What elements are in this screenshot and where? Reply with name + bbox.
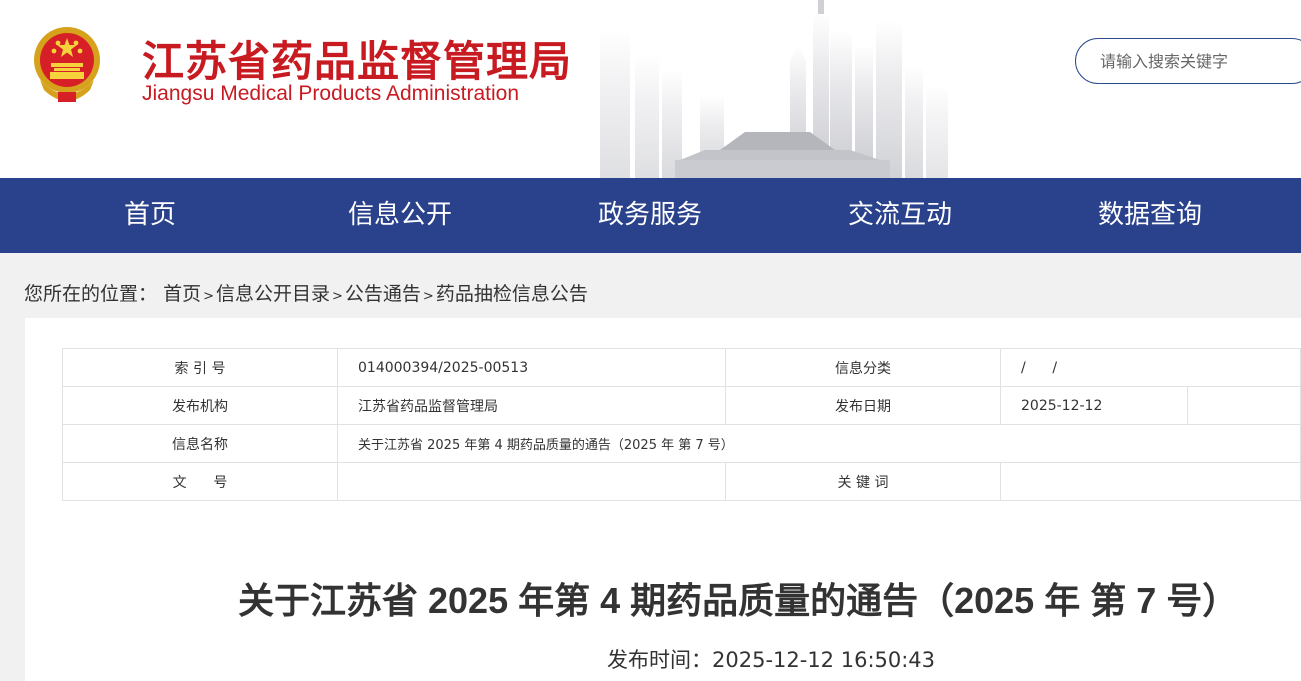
breadcrumb-announcements[interactable]: 公告通告 — [345, 283, 421, 305]
nav-item-gov-service[interactable]: 政务服务 — [525, 178, 775, 253]
date-value: 2025-12-12 — [1000, 386, 1188, 425]
breadcrumb: 您所在的位置： 首页 > 信息公开目录 > 公告通告 > 药品抽检信息公告 — [24, 279, 588, 306]
article-title: 关于江苏省 2025 年第 4 期药品质量的通告（2025 年 第 7 号） — [238, 580, 1239, 621]
nav-item-data-query[interactable]: 数据查询 — [1025, 178, 1275, 253]
category-value: / / — [1000, 348, 1301, 387]
breadcrumb-home[interactable]: 首页 — [163, 283, 201, 305]
site-title-cn[interactable]: 江苏省药品监督管理局 — [142, 28, 572, 89]
breadcrumb-info-catalog[interactable]: 信息公开目录 — [216, 283, 330, 305]
info-metadata-table: 索 引 号 014000394/2025-00513 信息分类 / / 发布机构… — [62, 348, 1301, 501]
breadcrumb-drug-sampling[interactable]: 药品抽检信息公告 — [436, 283, 588, 305]
nav-item-interaction[interactable]: 交流互动 — [775, 178, 1025, 253]
national-emblem-icon[interactable] — [30, 22, 104, 106]
docno-value — [337, 462, 726, 501]
index-value: 014000394/2025-00513 — [337, 348, 726, 387]
breadcrumb-prefix: 您所在的位置： — [24, 283, 158, 305]
breadcrumb-separator: > — [332, 289, 343, 304]
table-row: 文 号 关 键 词 — [62, 462, 1301, 501]
category-label: 信息分类 — [725, 348, 1001, 387]
search-input[interactable] — [1075, 38, 1301, 84]
site-title-en[interactable]: Jiangsu Medical Products Administration — [142, 82, 519, 106]
site-header: 江苏省药品监督管理局 Jiangsu Medical Products Admi… — [0, 0, 1301, 178]
publish-time-label: 发布时间： — [607, 648, 712, 672]
publisher-label: 发布机构 — [62, 386, 338, 425]
nav-item-info-open[interactable]: 信息公开 — [275, 178, 525, 253]
table-row: 索 引 号 014000394/2025-00513 信息分类 / / — [62, 348, 1301, 387]
empty-cell — [1187, 386, 1301, 425]
publisher-value: 江苏省药品监督管理局 — [337, 386, 726, 425]
table-row: 信息名称 关于江苏省 2025 年第 4 期药品质量的通告（2025 年 第 7… — [62, 424, 1301, 463]
main-nav: 首页 信息公开 政务服务 交流互动 数据查询 — [0, 178, 1301, 253]
index-label: 索 引 号 — [62, 348, 338, 387]
name-value: 关于江苏省 2025 年第 4 期药品质量的通告（2025 年 第 7 号） — [337, 424, 1301, 463]
city-skyline-illustration — [600, 0, 948, 178]
table-row: 发布机构 江苏省药品监督管理局 发布日期 2025-12-12 — [62, 386, 1301, 425]
docno-label: 文 号 — [62, 462, 338, 501]
keywords-value — [1000, 462, 1301, 501]
publish-time-value: 2025-12-12 16:50:43 — [712, 648, 936, 672]
keywords-label: 关 键 词 — [725, 462, 1001, 501]
breadcrumb-separator: > — [203, 289, 214, 304]
publish-time: 发布时间：2025-12-12 16:50:43 — [607, 644, 935, 674]
content-panel: 索 引 号 014000394/2025-00513 信息分类 / / 发布机构… — [25, 318, 1301, 681]
nav-item-home[interactable]: 首页 — [25, 178, 275, 253]
name-label: 信息名称 — [62, 424, 338, 463]
date-label: 发布日期 — [725, 386, 1001, 425]
breadcrumb-separator: > — [422, 289, 434, 304]
